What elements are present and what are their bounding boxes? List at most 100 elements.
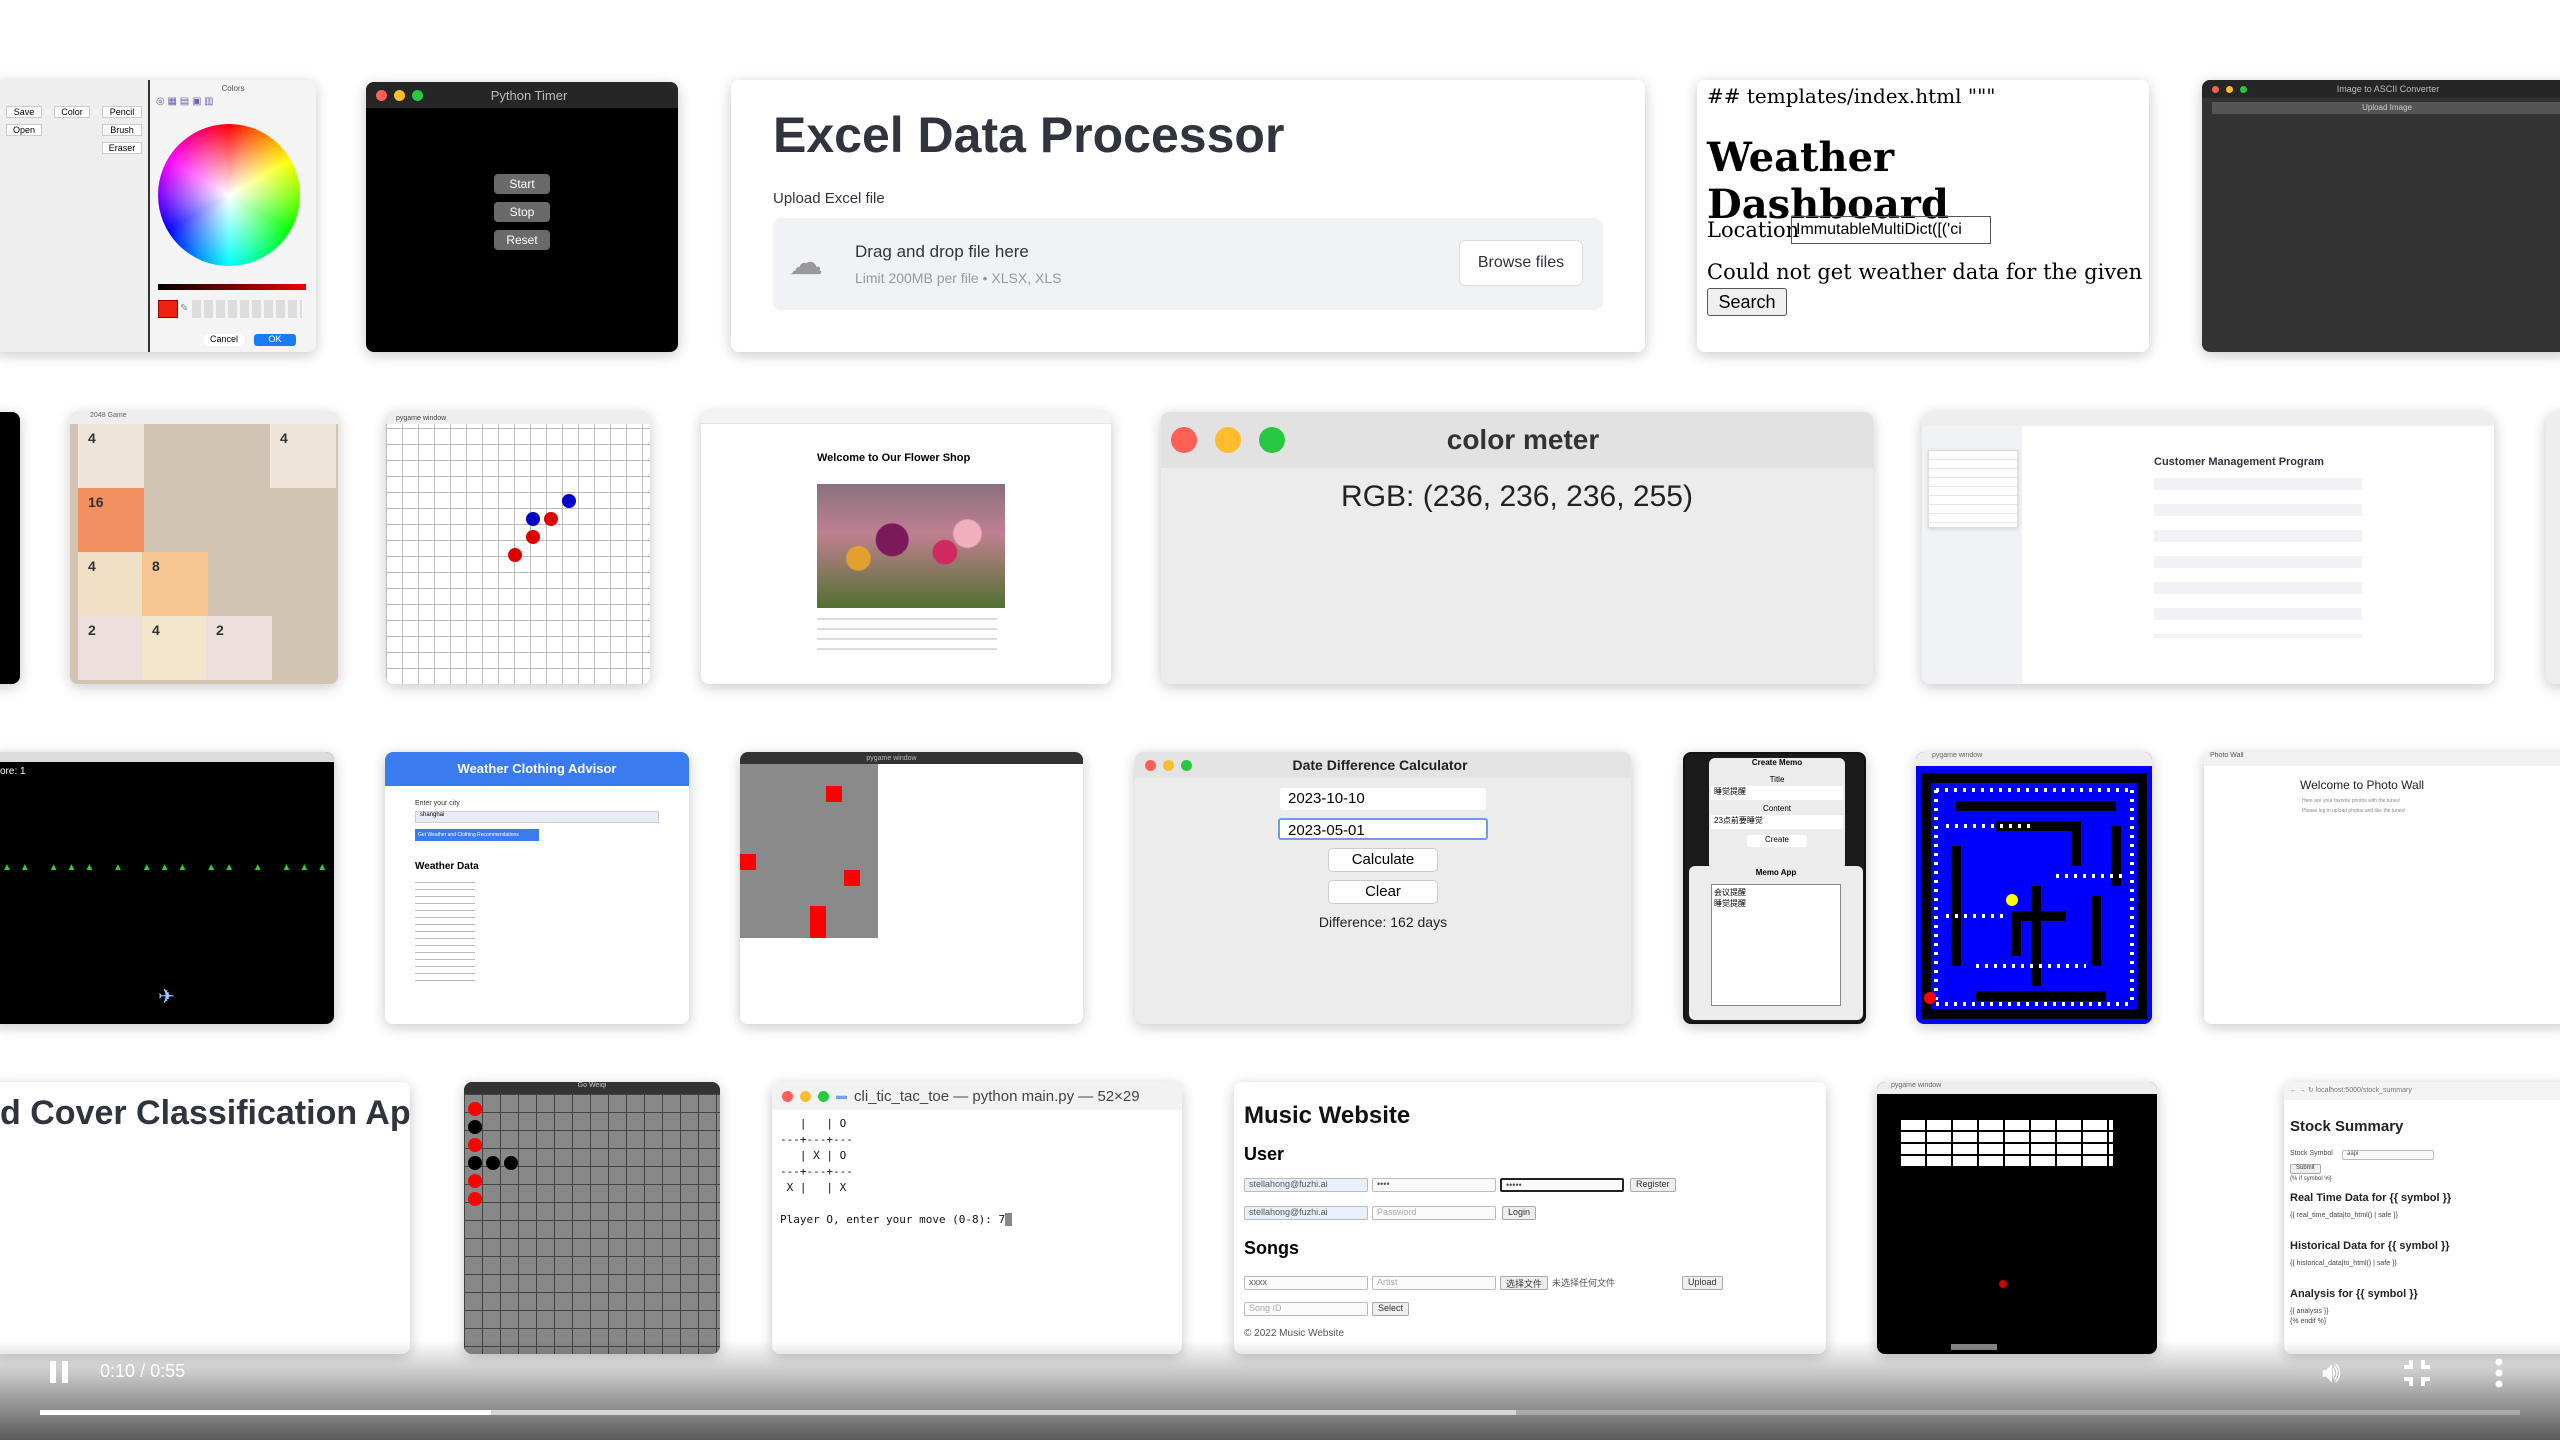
artist-input[interactable]: Artist [1372, 1276, 1496, 1290]
memo-list-item[interactable]: 睡觉提醒 [1714, 898, 1838, 909]
register-button[interactable]: Register [1630, 1178, 1676, 1192]
score-text: ore: 1 [0, 766, 26, 777]
maximize-icon[interactable] [412, 89, 423, 101]
blue-stone [562, 494, 576, 508]
minimize-icon[interactable] [2226, 85, 2233, 93]
partial-window-left [0, 412, 20, 684]
end-date-input[interactable]: 2023-05-01 [1278, 818, 1488, 840]
swatch-palette[interactable] [192, 300, 302, 318]
close-icon[interactable] [2212, 85, 2219, 93]
song-title-input[interactable]: xxxx [1244, 1276, 1368, 1290]
minimize-icon[interactable] [800, 1090, 811, 1102]
submit-button[interactable]: Submit [2290, 1164, 2321, 1174]
eyedropper-icon[interactable]: ✎ [180, 303, 188, 314]
title-input[interactable]: 睡觉提醒 [1711, 786, 1843, 800]
calculate-button[interactable]: Calculate [1328, 848, 1438, 872]
space-shooter-window: ore: 1 ▲▲ ▲▲▲ ▲ ▲▲▲ ▲▲ ▲ ▲▲▲ ✈ [0, 752, 334, 1024]
eraser-button[interactable]: Eraser [102, 142, 142, 154]
current-time: 0:10 [100, 1361, 136, 1381]
pygame-red-window: pygame window [740, 752, 1083, 1024]
pause-button[interactable] [50, 1361, 68, 1383]
analysis-heading: Analysis for {{ symbol }} [2290, 1288, 2418, 1300]
file-dropzone[interactable]: ☁ Drag and drop file here Limit 200MB pe… [773, 218, 1603, 310]
address-bar[interactable]: localhost:5000/stock_summary [2316, 1087, 2412, 1094]
color-wheel[interactable] [158, 124, 300, 266]
blue-stone [526, 512, 540, 526]
maximize-icon[interactable] [1181, 759, 1192, 771]
pencil-button[interactable]: Pencil [102, 106, 142, 118]
location-label: Location [1707, 218, 1800, 242]
played-bar [40, 1410, 492, 1415]
ghost [1924, 992, 1936, 1004]
date-calculator-window: Date Difference Calculator 2023-10-10 20… [1135, 752, 1631, 1024]
ok-button[interactable]: OK [254, 334, 296, 346]
location-input[interactable]: ImmutableMultiDict([('ci [1791, 216, 1991, 244]
brightness-slider[interactable] [158, 284, 306, 290]
paint-app-window: Save Color Pencil Open Brush Eraser Colo… [0, 80, 316, 352]
close-icon[interactable] [1171, 427, 1197, 453]
maximize-icon[interactable] [818, 1090, 829, 1102]
choose-file-button[interactable]: 选择文件 [1500, 1276, 1549, 1290]
stock-symbol-input[interactable]: aapl [2342, 1150, 2434, 1160]
select-button[interactable]: Select [1372, 1302, 1410, 1316]
minimize-icon[interactable] [394, 89, 405, 101]
exit-fullscreen-button[interactable] [2400, 1356, 2440, 1390]
minimize-icon[interactable] [1215, 427, 1241, 453]
close-icon[interactable] [1145, 759, 1156, 771]
register-email-input[interactable]: stellahong@fuzhi.ai [1244, 1178, 1368, 1192]
search-button[interactable]: Search [1707, 288, 1787, 316]
color-tool-icons[interactable]: ◎ ▦ ▤ ▣ ▥ [156, 96, 256, 108]
terminal-window: ▬ cli_tic_tac_toe — python main.py — 52×2… [772, 1082, 1182, 1354]
minimize-icon[interactable] [1163, 759, 1174, 771]
red-stone [544, 512, 558, 526]
progress-track[interactable] [40, 1410, 2520, 1415]
register-password-input[interactable]: •••• [1372, 1178, 1496, 1192]
cloud-upload-icon: ☁ [789, 244, 823, 282]
content-input[interactable]: 23点前要睡觉 [1711, 815, 1843, 829]
sidebar-menu[interactable] [1928, 450, 2018, 528]
start-button[interactable]: Start [494, 174, 550, 194]
forward-icon[interactable]: → [2299, 1087, 2306, 1094]
get-recommendations-button[interactable]: Get Weather and Clothing Recommendations [415, 829, 539, 841]
board-line: ---+---+--- [780, 1165, 853, 1178]
pacman-window: pygame window [1916, 752, 2152, 1024]
volume-button[interactable]: 🔊︎ [2322, 1358, 2362, 1388]
city-input[interactable]: shanghai [415, 811, 659, 823]
form-fields[interactable] [2154, 478, 2362, 638]
music-website-window: Music Website User stellahong@fuzhi.ai •… [1234, 1082, 1826, 1354]
input-prompt[interactable]: Player O, enter your move (0-8): 7 [780, 1213, 1005, 1226]
reload-icon[interactable]: ↻ [2308, 1087, 2314, 1094]
browser-tab[interactable]: Photo Wall [2204, 752, 2560, 766]
brush-button[interactable]: Brush [102, 124, 142, 136]
open-button[interactable]: Open [6, 124, 42, 136]
reset-button[interactable]: Reset [494, 230, 550, 250]
form-lines [817, 618, 997, 658]
login-button[interactable]: Login [1502, 1206, 1537, 1220]
song-id-input[interactable]: Song ID [1244, 1302, 1368, 1316]
memo-list-item[interactable]: 会议提醒 [1714, 887, 1838, 898]
go-board[interactable] [464, 1094, 720, 1354]
create-button[interactable]: Create [1747, 835, 1807, 847]
confirm-password-input[interactable]: ••••• [1500, 1178, 1624, 1192]
maximize-icon[interactable] [1259, 427, 1285, 453]
save-button[interactable]: Save [6, 106, 42, 118]
cancel-button[interactable]: Cancel [204, 334, 244, 346]
close-icon[interactable] [782, 1090, 793, 1102]
login-password-input[interactable]: Password [1372, 1206, 1496, 1220]
color-button[interactable]: Color [54, 106, 90, 118]
memo-list[interactable]: 会议提醒 睡觉提醒 [1711, 884, 1841, 1006]
clear-button[interactable]: Clear [1328, 880, 1438, 904]
login-email-input[interactable]: stellahong@fuzhi.ai [1244, 1206, 1368, 1220]
stop-button[interactable]: Stop [494, 202, 550, 222]
close-icon[interactable] [376, 89, 387, 101]
browse-files-button[interactable]: Browse files [1459, 240, 1583, 286]
tile: 2 [206, 616, 272, 680]
back-icon[interactable]: ← [2290, 1087, 2297, 1094]
start-date-input[interactable]: 2023-10-10 [1280, 788, 1486, 810]
maximize-icon[interactable] [2240, 85, 2247, 93]
stock-summary-window: ← → ↻ localhost:5000/stock_summary Stock… [2284, 1082, 2560, 1354]
upload-image-button[interactable]: Upload Image [2212, 102, 2560, 114]
upload-button[interactable]: Upload [1682, 1276, 1723, 1290]
more-options-button[interactable] [2484, 1356, 2514, 1390]
black-stone [468, 1120, 482, 1134]
